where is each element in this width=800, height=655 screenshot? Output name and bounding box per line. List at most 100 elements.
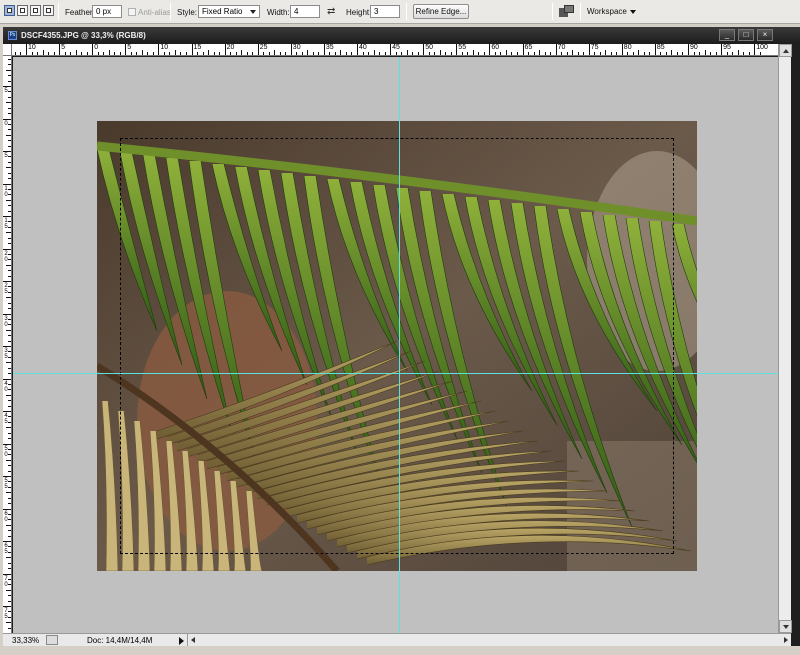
- ruler-tick: [185, 52, 187, 55]
- ruler-tick: [632, 52, 634, 55]
- ruler-tick: [8, 129, 11, 131]
- vertical-guide[interactable]: [399, 57, 400, 633]
- ruler-tick: [8, 161, 11, 163]
- ruler-tick: [296, 52, 298, 55]
- scroll-left-arrow-icon[interactable]: [191, 637, 195, 643]
- ruler-tick: [340, 50, 342, 55]
- style-select[interactable]: Fixed Ratio: [198, 5, 260, 18]
- ruler-tick: [230, 52, 232, 55]
- close-button[interactable]: ×: [757, 29, 773, 41]
- scroll-right-arrow-icon[interactable]: [784, 637, 788, 643]
- ruler-tick: [494, 52, 496, 55]
- ruler-tick: [6, 394, 11, 396]
- ruler-tick: [3, 443, 11, 445]
- antialias-checkbox[interactable]: [128, 8, 136, 16]
- ruler-tick: [3, 151, 11, 152]
- workspace-icon[interactable]: [559, 5, 575, 18]
- horizontal-ruler[interactable]: 10 5 0 5 10 15 20 25 30 35 40 45 50 55 60 65 70 75 80 85 90 9…: [12, 44, 778, 56]
- ruler-label: 7 5: [4, 608, 8, 620]
- status-menu-arrow-icon[interactable]: [179, 637, 184, 645]
- ruler-tick: [8, 302, 11, 304]
- ruler-tick: [671, 50, 673, 55]
- scroll-up-arrow-icon[interactable]: [779, 44, 792, 57]
- height-input[interactable]: 3: [370, 5, 400, 18]
- ruler-tick: [301, 52, 303, 55]
- ruler-tick: [555, 44, 557, 55]
- ruler-tick: [180, 52, 182, 55]
- ruler-tick: [715, 52, 717, 55]
- ruler-tick: [8, 367, 11, 369]
- scroll-down-arrow-icon[interactable]: [779, 620, 792, 633]
- ruler-label: 5 0: [4, 445, 8, 458]
- chevron-down-icon: [250, 10, 256, 14]
- horizontal-guide[interactable]: [13, 373, 778, 374]
- ruler-label: 7 0: [4, 575, 8, 588]
- feather-input[interactable]: 0 px: [92, 5, 122, 18]
- ruler-tick: [616, 52, 618, 55]
- ruler-tick: [334, 52, 336, 55]
- ruler-tick: [6, 524, 11, 526]
- ruler-tick: [8, 80, 11, 82]
- ruler-tick: [544, 52, 546, 55]
- new-selection-icon[interactable]: [4, 5, 15, 16]
- ruler-tick: [500, 52, 502, 55]
- ruler-tick: [368, 52, 370, 55]
- feather-label: Feather:: [65, 8, 95, 17]
- ruler-tick: [3, 573, 11, 575]
- ruler-tick: [37, 52, 39, 55]
- ruler-tick: [362, 52, 364, 55]
- maximize-button[interactable]: □: [738, 29, 754, 41]
- ruler-tick: [20, 52, 22, 55]
- ruler-tick: [539, 50, 541, 55]
- add-to-selection-icon[interactable]: [17, 5, 28, 16]
- ruler-tick: [26, 44, 27, 55]
- ruler-tick: [8, 497, 11, 499]
- ruler-label: 4 0: [4, 380, 8, 393]
- canvas-area[interactable]: [13, 57, 778, 633]
- ruler-tick: [290, 44, 292, 55]
- document-titlebar[interactable]: Ps DSCF4355.JPG @ 33,3% (RGB/8) _ □ ×: [3, 27, 800, 44]
- refine-edge-button[interactable]: Refine Edge...: [413, 4, 469, 19]
- ruler-tick: [53, 52, 55, 55]
- ruler-tick: [136, 52, 138, 55]
- ruler-tick: [147, 52, 149, 55]
- width-input[interactable]: 4: [290, 5, 320, 18]
- ruler-tick: [605, 50, 607, 55]
- status-info-icon[interactable]: [46, 635, 58, 645]
- swap-width-height-icon[interactable]: ⇄: [327, 7, 335, 17]
- ruler-tick: [92, 44, 94, 55]
- ruler-label: 75: [590, 44, 599, 51]
- ruler-tick: [483, 52, 485, 55]
- ruler-tick: [379, 52, 381, 55]
- document-window: Ps DSCF4355.JPG @ 33,3% (RGB/8) _ □ × 10…: [3, 27, 800, 655]
- ruler-label: 95: [723, 44, 731, 51]
- selection-marquee[interactable]: [120, 138, 674, 554]
- ruler-tick: [197, 52, 199, 55]
- ruler-tick: [704, 50, 706, 55]
- ruler-tick: [594, 52, 596, 55]
- separator: [406, 3, 407, 20]
- ruler-tick: [141, 50, 143, 55]
- horizontal-scrollbar[interactable]: [187, 634, 791, 646]
- intersect-selection-icon[interactable]: [43, 5, 54, 16]
- ruler-label: 2 0: [4, 250, 8, 263]
- ruler-tick: [3, 281, 11, 282]
- ruler-tick: [318, 52, 320, 55]
- ruler-tick: [461, 52, 463, 55]
- ruler-tick: [8, 243, 11, 245]
- vertical-ruler[interactable]: 5 0 5 1 0 1 5 2 0 2 5 3 0 3 5 4 0 4 5 5 0 5 5 6 0 6 5 7…: [3, 56, 12, 633]
- ruler-label: 70: [557, 44, 566, 51]
- ruler-tick: [213, 52, 215, 55]
- ruler-label: 45: [392, 44, 400, 51]
- ruler-origin[interactable]: [3, 44, 12, 56]
- ruler-tick: [710, 52, 712, 55]
- zoom-level[interactable]: 33,33%: [12, 636, 39, 645]
- vertical-scrollbar[interactable]: [778, 44, 792, 633]
- ruler-tick: [434, 52, 436, 55]
- ruler-tick: [3, 216, 11, 217]
- minimize-button[interactable]: _: [719, 29, 735, 41]
- ruler-tick: [3, 606, 11, 607]
- subtract-from-selection-icon[interactable]: [30, 5, 41, 16]
- ruler-tick: [472, 50, 474, 55]
- workspace-menu-button[interactable]: Workspace: [587, 7, 636, 16]
